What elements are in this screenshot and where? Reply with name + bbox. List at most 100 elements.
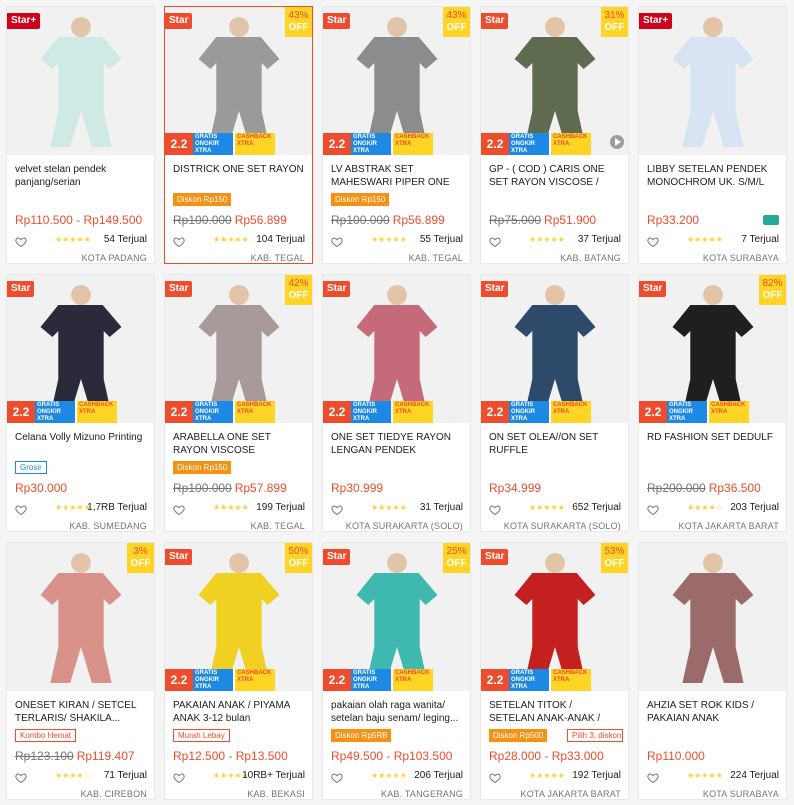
product-card[interactable]: 2.2 GRATIS ONGKIR XTRA CASHBACK XTRA Star 43… xyxy=(164,6,313,264)
wishlist-heart-icon[interactable] xyxy=(489,771,501,784)
product-name[interactable]: LV ABSTRAK SET MAHESWARI PIPER ONE SET R… xyxy=(331,163,462,189)
discount-badge: 43% OFF xyxy=(285,7,312,37)
product-image[interactable]: 2.2 GRATIS ONGKIR XTRA CASHBACK XTRA xyxy=(7,275,154,423)
wishlist-heart-icon[interactable] xyxy=(173,235,185,248)
promo-22-label: 2.2 xyxy=(639,401,667,423)
sold-count: 206 Terjual xyxy=(414,770,463,781)
cashback-label: CASHBACK XTRA xyxy=(235,133,275,155)
product-name[interactable]: PAKAIAN ANAK / PIYAMA ANAK 3-12 bulan xyxy=(173,699,304,725)
discount-badge: 25% OFF xyxy=(443,543,470,573)
product-card[interactable]: 2.2 GRATIS ONGKIR XTRA CASHBACK XTRA Star ON… xyxy=(480,274,629,532)
product-name[interactable]: RD FASHION SET DEDULF xyxy=(647,431,778,457)
product-card[interactable]: 2.2 GRATIS ONGKIR XTRA CASHBACK XTRA Star 50… xyxy=(164,542,313,800)
promo-tag: Diskon Rp150 xyxy=(173,193,232,206)
product-name[interactable]: GP - ( COD ) CARIS ONE SET RAYON VISCOSE… xyxy=(489,163,620,189)
sold-count: 104 Terjual xyxy=(256,234,305,245)
product-card[interactable]: CASHBACK XTRAStar+ velvet stelan pendek p… xyxy=(6,6,155,264)
star-seller-badge: Star xyxy=(481,13,509,29)
wishlist-heart-icon[interactable] xyxy=(489,235,501,248)
wishlist-heart-icon[interactable] xyxy=(15,235,27,248)
product-image[interactable]: 2.2 GRATIS ONGKIR XTRA CASHBACK XTRA xyxy=(481,275,628,423)
promo-tag: Diskon Rp500 xyxy=(489,729,548,742)
product-card[interactable]: 2.2 GRATIS ONGKIR XTRA CASHBACK XTRA Star Ce… xyxy=(6,274,155,532)
rating-stars: ★★★★★ xyxy=(55,235,91,244)
product-card[interactable]: 2.2 GRATIS ONGKIR XTRA CASHBACK XTRA Star 31… xyxy=(480,6,629,264)
product-image[interactable]: CASHBACK XTRA xyxy=(7,7,154,155)
product-name[interactable]: ON SET OLEA//ON SET RUFFLE xyxy=(489,431,620,457)
product-name[interactable]: ARABELLA ONE SET RAYON VISCOSE xyxy=(173,431,304,457)
price: Rp28.000 - Rp33.000 xyxy=(489,749,604,763)
product-image[interactable] xyxy=(639,543,786,691)
shop-location: KOTA SURABAYA xyxy=(702,789,779,799)
product-card[interactable]: 2.2 GRATIS ONGKIR XTRA CASHBACK XTRA Star 43… xyxy=(322,6,471,264)
product-card[interactable]: 2.2 GRATIS ONGKIR XTRA CASHBACK XTRA Star 82… xyxy=(638,274,787,532)
wishlist-heart-icon[interactable] xyxy=(647,235,659,248)
product-name[interactable]: SETELAN TITOK / SETELAN ANAK-ANAK / PAKA… xyxy=(489,699,620,725)
free-shipping-label: GRATIS ONGKIR XTRA xyxy=(193,669,235,691)
sale-price: Rp49.500 - Rp103.500 xyxy=(331,749,453,763)
product-name[interactable]: DISTRICK ONE SET RAYON xyxy=(173,163,304,189)
product-card[interactable]: 2.2 GRATIS ONGKIR XTRA CASHBACK XTRA Star ON… xyxy=(322,274,471,532)
price: Rp100.000 Rp56.899 xyxy=(173,213,287,227)
promo-tag: Kombo Hemat xyxy=(15,729,77,742)
wishlist-heart-icon[interactable] xyxy=(331,503,343,516)
product-name[interactable]: pakaian olah raga wanita/ setelan baju s… xyxy=(331,699,462,725)
wishlist-heart-icon[interactable] xyxy=(647,503,659,516)
wishlist-heart-icon[interactable] xyxy=(173,503,185,516)
product-name[interactable]: ONESET KIRAN / SETCEL TERLARIS/ SHAKILA.… xyxy=(15,699,146,725)
wishlist-heart-icon[interactable] xyxy=(15,771,27,784)
wishlist-heart-icon[interactable] xyxy=(331,235,343,248)
rating-stars: ★★★★★ xyxy=(371,771,407,780)
price: Rp12.500 - Rp13.500 xyxy=(173,749,288,763)
product-card[interactable]: 2.2 GRATIS ONGKIR XTRA CASHBACK XTRA Star 53… xyxy=(480,542,629,800)
promo-22-label: 2.2 xyxy=(165,401,193,423)
promo-tag: Diskon Rp5RB xyxy=(331,729,392,742)
product-name[interactable]: Celana Volly Mizuno Printing xyxy=(15,431,146,457)
promo-22-label: 2.2 xyxy=(481,669,509,691)
cashback-label: CASHBACK XTRA xyxy=(709,401,749,423)
product-card[interactable]: CASHBACK XTRA3%OFFONESET KIRAN / SETCEL … xyxy=(6,542,155,800)
sold-count: 37 Terjual xyxy=(577,234,621,245)
original-price: Rp75.000 xyxy=(489,213,542,227)
product-card[interactable]: 2.2 GRATIS ONGKIR XTRA CASHBACK XTRA Star 25… xyxy=(322,542,471,800)
sale-price: Rp56.899 xyxy=(392,213,445,227)
product-image[interactable]: 2.2 GRATIS ONGKIR XTRA CASHBACK XTRA xyxy=(323,275,470,423)
discount-percent: 82% xyxy=(762,278,783,289)
promo-22-label: 2.2 xyxy=(165,133,193,155)
product-image[interactable] xyxy=(639,7,786,155)
discount-off-label: OFF xyxy=(604,22,625,33)
promo-strip: 2.2 GRATIS ONGKIR XTRA CASHBACK XTRA xyxy=(165,669,312,691)
product-name[interactable]: LIBBY SETELAN PENDEK MONOCHROM UK. S/M/L xyxy=(647,163,778,189)
product-card[interactable]: AHZIA SET ROK KIDS / PAKAIAN ANAK PEREMP… xyxy=(638,542,787,800)
sale-price: Rp110.500 - Rp149.500 xyxy=(15,213,143,227)
free-shipping-label: GRATIS ONGKIR XTRA xyxy=(351,669,393,691)
promo-strip: 2.2 GRATIS ONGKIR XTRA CASHBACK XTRA xyxy=(165,133,312,155)
product-name[interactable]: velvet stelan pendek panjang/serian xyxy=(15,163,146,189)
wishlist-heart-icon[interactable] xyxy=(647,771,659,784)
sold-count: 31 Terjual xyxy=(419,502,463,513)
promo-tag: Murah Lebay xyxy=(173,729,230,742)
price: Rp30.000 xyxy=(15,481,67,495)
cashback-label: CASHBACK XTRA xyxy=(235,401,275,423)
cashback-label: CASHBACK XTRA xyxy=(551,669,591,691)
wishlist-heart-icon[interactable] xyxy=(489,503,501,516)
discount-percent: 25% xyxy=(446,546,467,557)
sale-price: Rp12.500 - Rp13.500 xyxy=(173,749,288,763)
free-shipping-label: GRATIS ONGKIR XTRA xyxy=(509,669,551,691)
wishlist-heart-icon[interactable] xyxy=(173,771,185,784)
discount-badge: 43% OFF xyxy=(443,7,470,37)
shop-location: KAB. TEGAL xyxy=(408,253,463,263)
promo-strip: 2.2 GRATIS ONGKIR XTRA CASHBACK XTRA xyxy=(323,133,470,155)
product-card[interactable]: Star+ LIBBY SETELAN PENDEK MONOCHROM UK. … xyxy=(638,6,787,264)
shop-location: KAB. TANGERANG xyxy=(381,789,463,799)
cashback-label: CASHBACK XTRA xyxy=(393,669,433,691)
shop-location: KOTA SURABAYA xyxy=(702,253,779,263)
wishlist-heart-icon[interactable] xyxy=(331,771,343,784)
sold-count: 203 Terjual xyxy=(730,502,779,513)
sold-count: 55 Terjual xyxy=(419,234,463,245)
product-name[interactable]: ONE SET TIEDYE RAYON LENGAN PENDEK xyxy=(331,431,462,457)
wishlist-heart-icon[interactable] xyxy=(15,503,27,516)
product-name[interactable]: AHZIA SET ROK KIDS / PAKAIAN ANAK PEREMP… xyxy=(647,699,778,725)
product-card[interactable]: 2.2 GRATIS ONGKIR XTRA CASHBACK XTRA Star 42… xyxy=(164,274,313,532)
rating-stars: ★★★★★ xyxy=(213,235,249,244)
